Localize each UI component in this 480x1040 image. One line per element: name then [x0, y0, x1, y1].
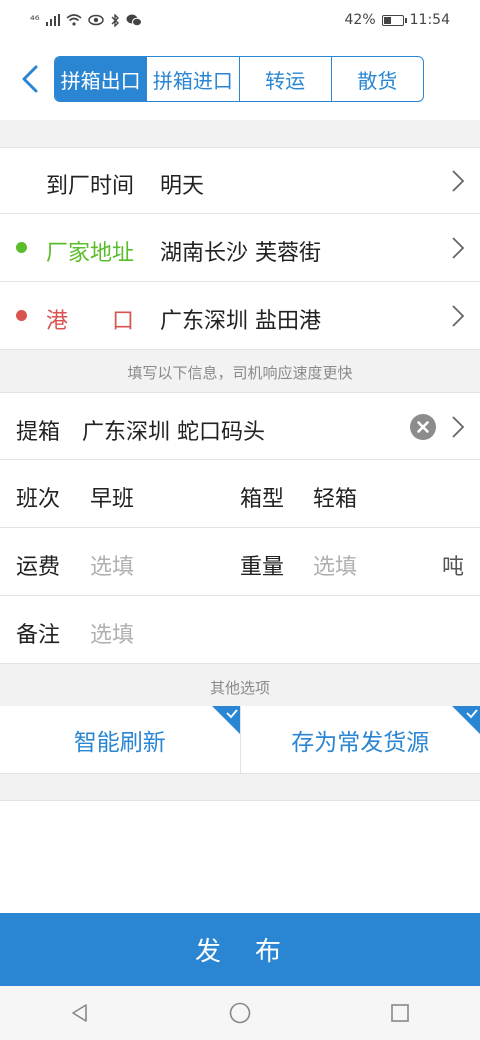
remark-row: 备注 选填 [0, 596, 480, 664]
factory-address-value: 湖南长沙 芙蓉街 [160, 241, 321, 266]
tab-transfer[interactable]: 转运 [238, 57, 331, 101]
battery-percent: 42% [344, 12, 376, 28]
smart-refresh-label: 智能刷新 [73, 729, 166, 756]
weight-unit: 吨 [441, 555, 464, 580]
check-corner-icon [452, 706, 480, 734]
arrival-time-value: 明天 [160, 174, 205, 199]
system-nav-bar [0, 986, 480, 1040]
signal-icon [45, 14, 60, 26]
port-row[interactable]: 港 口 广东深圳 盐田港 [0, 282, 480, 350]
remark-input[interactable]: 选填 [90, 617, 134, 649]
pickup-row[interactable]: 提箱 广东深圳 蛇口码头 [0, 392, 480, 460]
close-icon [417, 421, 429, 433]
port-value: 广东深圳 盐田港 [160, 309, 321, 334]
tab-lcl-import[interactable]: 拼箱进口 [146, 57, 238, 101]
freight-weight-row: 运费 选填 重量 选填 吨 [0, 528, 480, 596]
circle-home-icon [229, 1002, 251, 1024]
publish-button[interactable]: 发 布 [0, 913, 480, 986]
back-arrow-icon[interactable] [18, 64, 44, 94]
other-options: 智能刷新 存为常发货源 [0, 706, 480, 774]
save-frequent-source-button[interactable]: 存为常发货源 [239, 706, 480, 773]
shift-label: 班次 [16, 487, 61, 512]
port-label: 港 口 [46, 309, 135, 334]
eye-icon [87, 14, 104, 26]
signal-label: ⁴⁶ [30, 13, 40, 27]
box-type-value[interactable]: 轻箱 [313, 481, 357, 513]
nav-home-button[interactable] [210, 993, 270, 1033]
freight-label: 运费 [16, 555, 61, 580]
factory-address-label: 厂家地址 [46, 241, 135, 266]
tab-bulk-cargo[interactable]: 散货 [330, 57, 423, 101]
wechat-icon [126, 14, 142, 26]
battery-icon [381, 14, 407, 26]
square-recents-icon [391, 1004, 409, 1022]
wifi-icon [66, 14, 82, 26]
green-dot-icon [16, 242, 27, 253]
shift-value[interactable]: 早班 [90, 481, 134, 513]
chevron-right-icon [452, 416, 465, 438]
status-right: 42% 11:54 [345, 12, 450, 28]
smart-refresh-button[interactable]: 智能刷新 [0, 706, 240, 773]
status-bar: ⁴⁶ 42% 11:54 [0, 0, 480, 40]
top-nav: 拼箱出口 拼箱进口 转运 散货 [0, 40, 480, 120]
remark-label: 备注 [16, 623, 61, 648]
nav-back-button[interactable] [50, 993, 110, 1033]
box-type-label: 箱型 [240, 487, 285, 512]
bluetooth-icon [111, 13, 119, 27]
tab-lcl-export[interactable]: 拼箱出口 [55, 57, 147, 101]
weight-input[interactable]: 选填 [313, 549, 357, 581]
check-corner-icon [211, 706, 240, 734]
chevron-right-icon [452, 305, 465, 327]
other-options-title: 其他选项 [209, 679, 270, 697]
red-dot-icon [16, 310, 27, 321]
info-hint: 填写以下信息，司机响应速度更快 [127, 364, 353, 382]
save-frequent-source-label: 存为常发货源 [291, 729, 430, 756]
freight-input[interactable]: 选填 [90, 549, 134, 581]
triangle-back-icon [72, 1004, 87, 1022]
arrival-time-label: 到厂时间 [46, 174, 135, 199]
shift-boxtype-row: 班次 早班 箱型 轻箱 [0, 460, 480, 528]
clock: 11:54 [409, 12, 450, 28]
clear-button[interactable] [410, 414, 436, 440]
blank-area [0, 800, 480, 914]
pickup-value: 广东深圳 蛇口码头 [82, 420, 265, 445]
status-left: ⁴⁶ [30, 13, 142, 27]
arrival-time-row[interactable]: 到厂时间 明天 [0, 147, 480, 214]
factory-address-row[interactable]: 厂家地址 湖南长沙 芙蓉街 [0, 214, 480, 282]
nav-recents-button[interactable] [370, 993, 430, 1033]
mode-tabs: 拼箱出口 拼箱进口 转运 散货 [54, 56, 424, 102]
chevron-right-icon [452, 237, 465, 259]
weight-label: 重量 [240, 555, 285, 580]
chevron-right-icon [452, 170, 465, 192]
pickup-label: 提箱 [16, 420, 61, 445]
